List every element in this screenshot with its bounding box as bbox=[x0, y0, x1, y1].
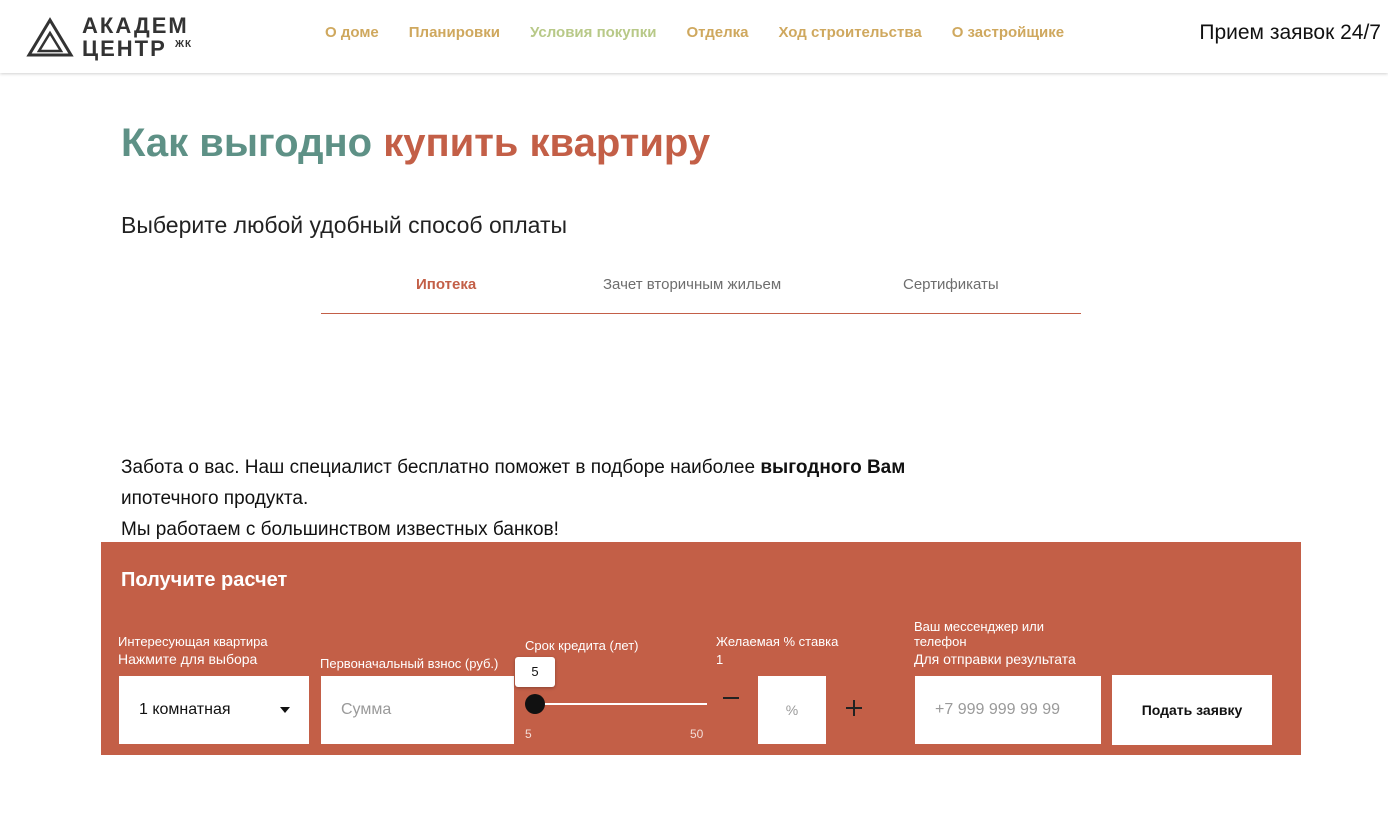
info-line1: Забота о вас. Наш специалист бесплатно п… bbox=[121, 457, 906, 478]
site-header: АКАДЕМ ЦЕНТР ЖК О доме Планировки Услови… bbox=[0, 0, 1388, 73]
tab-trade-in[interactable]: Зачет вторичным жильем bbox=[603, 276, 781, 293]
term-slider-max: 50 bbox=[690, 727, 704, 741]
apartment-select-value: 1 комнатная bbox=[139, 701, 231, 718]
page-title-part1: Как выгодно bbox=[121, 121, 373, 165]
page-subtitle: Выберите любой удобный способ оплаты bbox=[121, 212, 568, 238]
apartment-select[interactable]: 1 комнатная bbox=[119, 676, 309, 744]
apartment-hint: Нажмите для выбора bbox=[118, 651, 258, 667]
rate-input[interactable] bbox=[758, 676, 826, 744]
contact-label: Ваш мессенджер или телефон bbox=[914, 619, 1044, 649]
page-title: Как выгодно купить квартиру bbox=[121, 120, 710, 166]
term-slider-tooltip: 5 bbox=[515, 657, 555, 687]
term-slider-handle[interactable] bbox=[525, 694, 545, 714]
apartment-label: Интересующая квартира bbox=[118, 634, 268, 649]
logo-text-small: ЖК bbox=[175, 39, 193, 50]
nav-item-about-house[interactable]: О доме bbox=[325, 24, 379, 42]
info-text: Забота о вас. Наш специалист бесплатно п… bbox=[121, 452, 1001, 545]
caret-down-icon bbox=[280, 707, 290, 713]
calc-title: Получите расчет bbox=[121, 569, 288, 591]
calculation-form: Получите расчет Интересующая квартира На… bbox=[101, 542, 1301, 755]
info-line2: ипотечного продукта. bbox=[121, 488, 309, 509]
nav-item-purchase-terms[interactable]: Условия покупки bbox=[530, 24, 656, 42]
nav-item-layouts[interactable]: Планировки bbox=[409, 24, 500, 42]
rate-increase-button[interactable] bbox=[846, 700, 862, 716]
rate-label: Желаемая % ставка bbox=[716, 634, 839, 649]
term-slider-min: 5 bbox=[525, 727, 532, 741]
contact-hint: Для отправки результата bbox=[914, 651, 1076, 667]
logo-text-line1: АКАДЕМ bbox=[82, 13, 189, 38]
hotline-text: Прием заявок 24/7 bbox=[1199, 21, 1381, 44]
payment-tabs: Ипотека Зачет вторичным жильем Сертифика… bbox=[321, 270, 1081, 314]
down-payment-input[interactable] bbox=[321, 676, 514, 744]
term-slider-track[interactable] bbox=[535, 703, 707, 705]
tab-mortgage[interactable]: Ипотека bbox=[416, 276, 476, 293]
nav-item-construction-progress[interactable]: Ход строительства bbox=[779, 24, 922, 42]
logo-triangle-icon bbox=[26, 17, 74, 57]
info-bold: выгодного Вам bbox=[760, 457, 906, 478]
logo-text-line2: ЦЕНТР bbox=[82, 36, 167, 61]
submit-request-button[interactable]: Подать заявку bbox=[1112, 675, 1272, 745]
page-title-part2: купить квартиру bbox=[383, 121, 711, 165]
term-label: Срок кредита (лет) bbox=[525, 638, 639, 653]
phone-input[interactable] bbox=[915, 676, 1101, 744]
nav-item-finishing[interactable]: Отделка bbox=[686, 24, 748, 42]
logo[interactable]: АКАДЕМ ЦЕНТР ЖК bbox=[26, 13, 201, 61]
rate-value: 1 bbox=[716, 652, 724, 667]
down-payment-label: Первоначальный взнос (руб.) bbox=[320, 656, 499, 671]
tab-certificates[interactable]: Сертификаты bbox=[903, 276, 999, 293]
rate-decrease-button[interactable] bbox=[723, 697, 739, 699]
main-nav: О доме Планировки Условия покупки Отделк… bbox=[325, 24, 1064, 42]
info-line3: Мы работаем с большинством известных бан… bbox=[121, 519, 559, 540]
nav-item-developer[interactable]: О застройщике bbox=[952, 24, 1064, 42]
